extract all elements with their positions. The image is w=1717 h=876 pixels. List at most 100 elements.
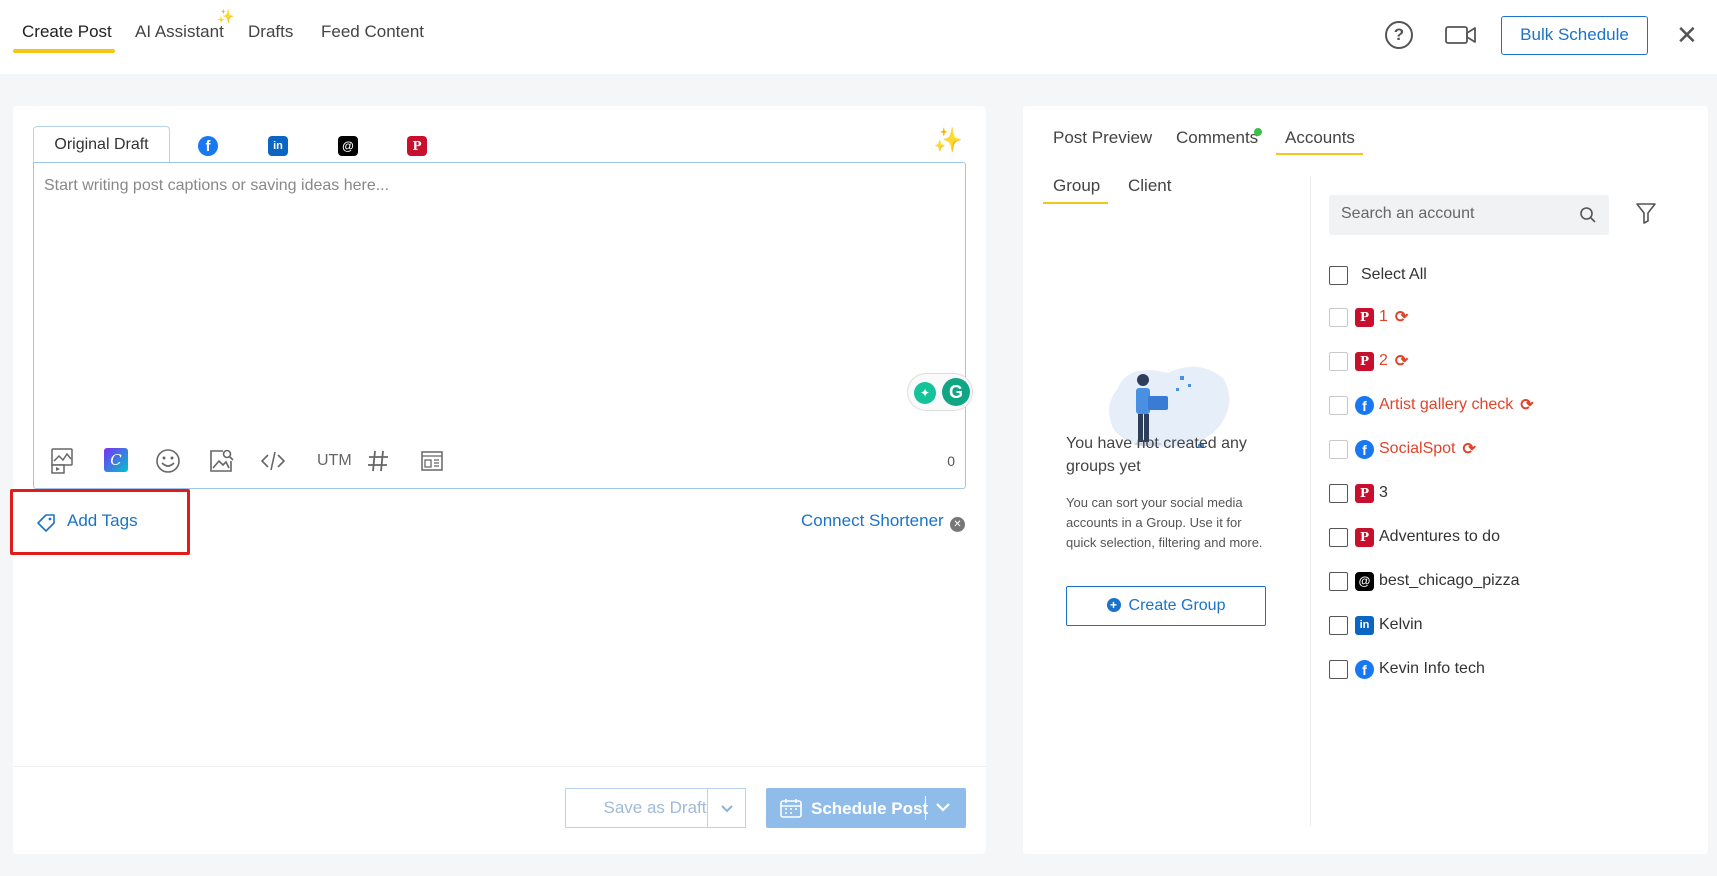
notification-dot bbox=[1254, 128, 1262, 136]
account-name: Artist gallery check bbox=[1379, 396, 1514, 413]
plus-circle-icon: + bbox=[1106, 598, 1121, 612]
help-icon[interactable]: ? bbox=[1385, 21, 1413, 49]
top-nav: Create Post AI Assistant ✨ Drafts Feed C… bbox=[0, 0, 1717, 74]
account-name: 1 bbox=[1379, 308, 1388, 325]
schedule-post-label: Schedule Post bbox=[811, 799, 929, 818]
reconnect-icon[interactable]: ⟳ bbox=[1395, 351, 1408, 371]
active-tab-indicator bbox=[1276, 153, 1363, 155]
canva-icon[interactable]: C bbox=[104, 448, 128, 472]
account-checkbox[interactable] bbox=[1329, 571, 1348, 591]
create-group-button[interactable]: + Create Group bbox=[1066, 586, 1266, 626]
facebook-icon: f bbox=[1355, 659, 1374, 679]
account-checkbox[interactable] bbox=[1329, 439, 1348, 459]
template-icon[interactable] bbox=[419, 447, 445, 475]
account-search[interactable] bbox=[1329, 195, 1609, 235]
tab-create-post[interactable]: Create Post bbox=[22, 22, 112, 42]
account-row[interactable]: P 1 ⟳ bbox=[1329, 305, 1408, 329]
account-checkbox[interactable] bbox=[1329, 395, 1348, 415]
account-name: Kevin Info tech bbox=[1379, 660, 1485, 677]
footer-divider bbox=[13, 766, 986, 767]
close-icon[interactable]: ✕ bbox=[1676, 22, 1698, 48]
bulb-icon[interactable]: ✦ bbox=[914, 382, 936, 404]
account-checkbox[interactable] bbox=[1329, 307, 1348, 327]
facebook-icon: f bbox=[1355, 439, 1374, 459]
close-shortener-icon[interactable]: ✕ bbox=[950, 517, 965, 532]
account-row[interactable]: in Kelvin bbox=[1329, 613, 1423, 637]
account-name: SocialSpot bbox=[1379, 440, 1456, 457]
video-icon[interactable] bbox=[1445, 25, 1477, 45]
empty-groups-title: You have not created any groups yet bbox=[1066, 435, 1247, 475]
save-draft-dropdown[interactable] bbox=[707, 788, 746, 828]
account-name: best_chicago_pizza bbox=[1379, 572, 1520, 589]
search-icon[interactable] bbox=[1579, 206, 1597, 224]
active-subtab-indicator bbox=[1043, 202, 1108, 204]
tab-ai-assistant[interactable]: AI Assistant bbox=[135, 22, 224, 42]
grammarly-widget[interactable]: ✦ G bbox=[907, 373, 973, 411]
tab-post-preview[interactable]: Post Preview bbox=[1053, 128, 1152, 148]
ai-sparkle-icon[interactable]: ✨ bbox=[933, 126, 963, 155]
tab-feed-content[interactable]: Feed Content bbox=[321, 22, 424, 42]
select-all-checkbox[interactable] bbox=[1329, 265, 1348, 285]
empty-groups-description: You can sort your social media accounts … bbox=[1066, 495, 1263, 550]
account-row[interactable]: P 3 bbox=[1329, 481, 1388, 505]
account-row[interactable]: @ best_chicago_pizza bbox=[1329, 569, 1520, 593]
linkedin-icon[interactable]: in bbox=[268, 136, 288, 156]
facebook-icon[interactable]: f bbox=[198, 136, 218, 156]
tab-accounts[interactable]: Accounts bbox=[1285, 128, 1355, 148]
search-input[interactable] bbox=[1341, 205, 1571, 223]
editor-placeholder[interactable]: Start writing post captions or saving id… bbox=[44, 177, 389, 195]
post-caption-editor[interactable]: Start writing post captions or saving id… bbox=[33, 162, 973, 489]
account-row[interactable]: f SocialSpot ⟳ bbox=[1329, 437, 1476, 461]
sparkle-icon: ✨ bbox=[217, 8, 235, 24]
pinterest-icon: P bbox=[1355, 307, 1374, 327]
reconnect-icon[interactable]: ⟳ bbox=[1463, 439, 1476, 459]
account-checkbox[interactable] bbox=[1329, 351, 1348, 371]
reconnect-icon[interactable]: ⟳ bbox=[1520, 395, 1533, 415]
pinterest-icon[interactable]: P bbox=[407, 136, 427, 156]
pinterest-icon: P bbox=[1355, 483, 1374, 503]
chevron-down-icon[interactable] bbox=[935, 802, 951, 814]
schedule-post-button[interactable]: Schedule Post bbox=[766, 788, 966, 828]
account-checkbox[interactable] bbox=[1329, 527, 1348, 547]
media-library-icon[interactable] bbox=[50, 447, 76, 475]
code-icon[interactable] bbox=[259, 447, 287, 475]
account-row[interactable]: P Adventures to do bbox=[1329, 525, 1500, 549]
tab-group[interactable]: Group bbox=[1053, 176, 1100, 196]
account-name: 2 bbox=[1379, 352, 1388, 369]
account-checkbox[interactable] bbox=[1329, 483, 1348, 503]
tab-drafts[interactable]: Drafts bbox=[248, 22, 293, 42]
reconnect-icon[interactable]: ⟳ bbox=[1395, 307, 1408, 327]
calendar-icon bbox=[780, 799, 802, 818]
hashtag-icon[interactable] bbox=[364, 447, 392, 475]
linkedin-icon: in bbox=[1355, 615, 1374, 635]
divider bbox=[925, 796, 926, 820]
bulk-schedule-button[interactable]: Bulk Schedule bbox=[1501, 16, 1648, 55]
emoji-icon[interactable] bbox=[154, 447, 182, 475]
tab-client[interactable]: Client bbox=[1128, 176, 1171, 196]
select-all-row[interactable]: Select All bbox=[1329, 263, 1427, 287]
divider bbox=[1310, 176, 1311, 826]
accounts-panel: Post Preview Comments Accounts Group Cli… bbox=[1023, 106, 1708, 854]
threads-icon[interactable]: @ bbox=[338, 136, 358, 156]
connect-shortener-link[interactable]: Connect Shortener bbox=[801, 511, 944, 531]
account-row[interactable]: f Artist gallery check ⟳ bbox=[1329, 393, 1534, 417]
account-name: Kelvin bbox=[1379, 616, 1423, 633]
account-row[interactable]: f Kevin Info tech bbox=[1329, 657, 1485, 681]
account-checkbox[interactable] bbox=[1329, 615, 1348, 635]
account-name: 3 bbox=[1379, 484, 1388, 501]
filter-icon[interactable] bbox=[1636, 202, 1656, 224]
account-row[interactable]: P 2 ⟳ bbox=[1329, 349, 1408, 373]
account-checkbox[interactable] bbox=[1329, 659, 1348, 679]
create-group-label: Create Group bbox=[1128, 597, 1226, 614]
select-all-label: Select All bbox=[1361, 266, 1427, 283]
utm-button[interactable]: UTM bbox=[317, 447, 352, 475]
tab-comments[interactable]: Comments bbox=[1176, 128, 1258, 148]
threads-icon: @ bbox=[1355, 571, 1374, 591]
pinterest-icon: P bbox=[1355, 351, 1374, 371]
image-search-icon[interactable] bbox=[207, 447, 235, 475]
tab-original-draft[interactable]: Original Draft bbox=[33, 126, 170, 162]
highlight-box bbox=[10, 489, 190, 555]
facebook-icon: f bbox=[1355, 395, 1374, 415]
composer-panel: Original Draft f in @ P ✨ Start writing … bbox=[13, 106, 986, 854]
grammarly-icon[interactable]: G bbox=[942, 378, 970, 406]
